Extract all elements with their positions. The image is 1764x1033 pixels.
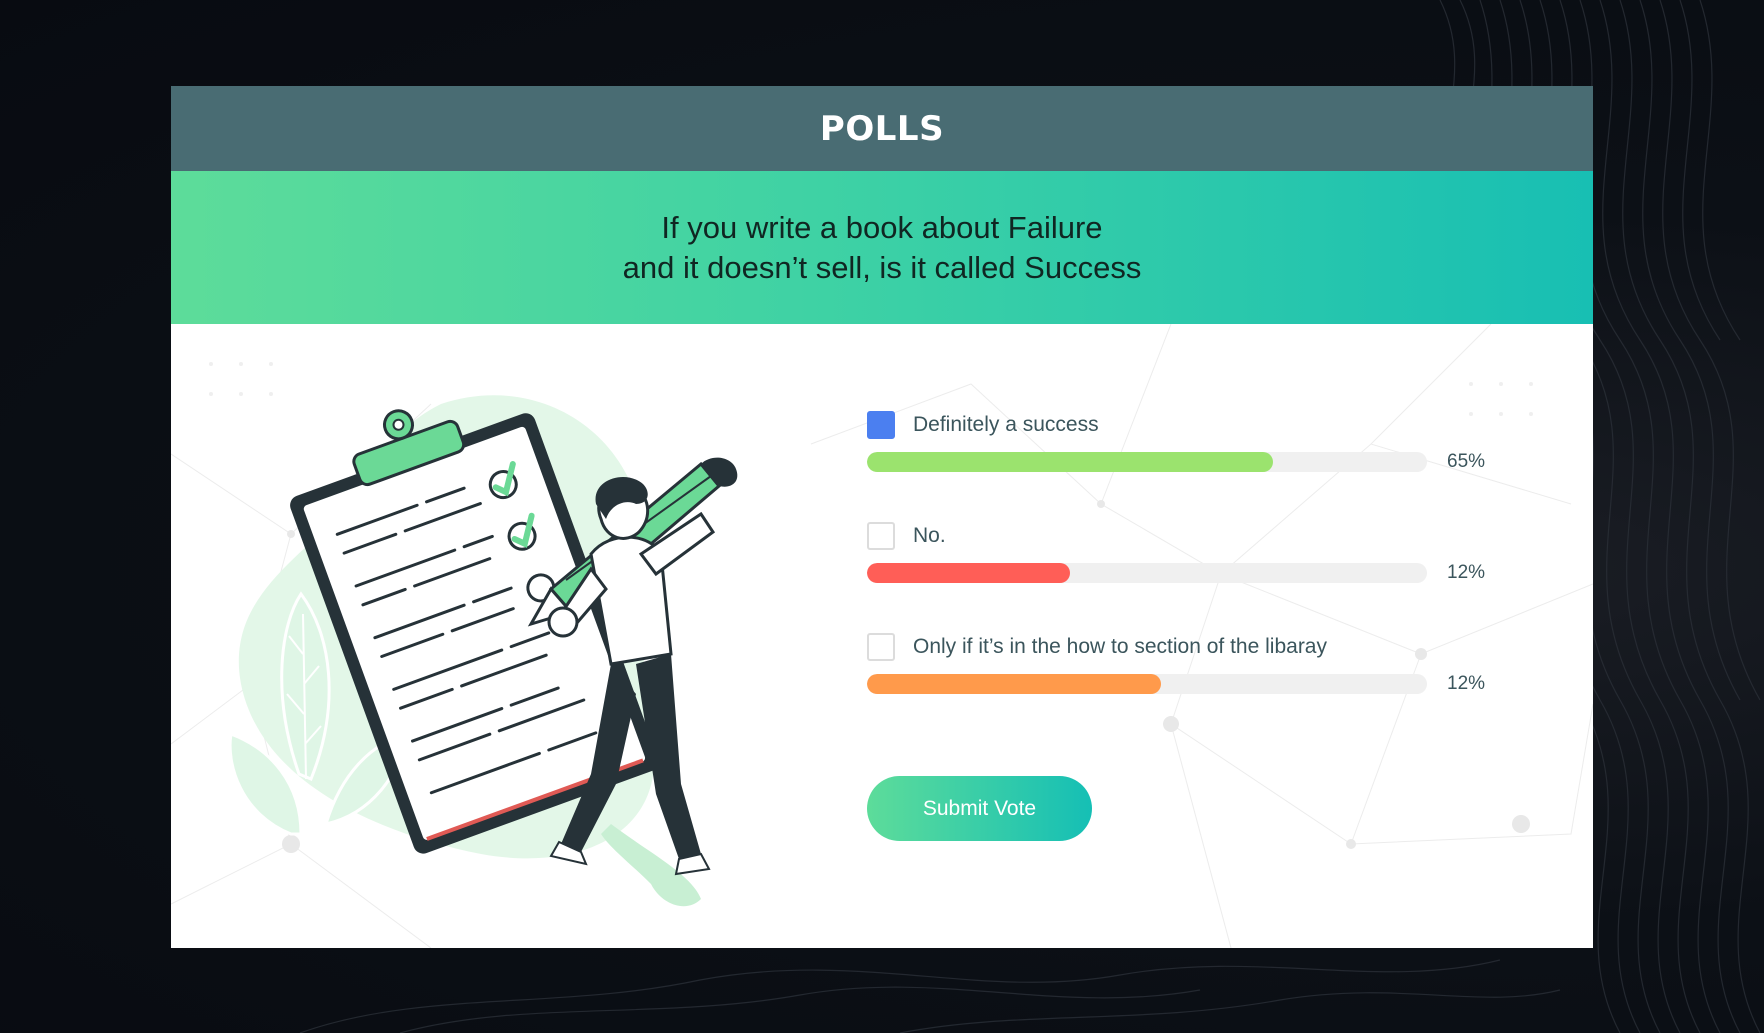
result-bar-fill	[867, 563, 1070, 583]
result-bar-track	[867, 452, 1427, 472]
option-checkbox[interactable]	[867, 633, 895, 661]
poll-option[interactable]: No. 12%	[867, 521, 1507, 632]
result-bar: 12%	[867, 674, 1507, 694]
poll-option[interactable]: Only if it’s in the how to section of th…	[867, 632, 1507, 743]
question-line-1: If you write a book about Failure	[661, 209, 1103, 245]
poll-option[interactable]: Definitely a success 65%	[867, 410, 1507, 521]
poll-card: POLLS If you write a book about Failure …	[171, 86, 1593, 948]
result-percent: 12%	[1447, 673, 1486, 694]
option-label: Definitely a success	[913, 413, 1099, 436]
option-label: No.	[913, 524, 946, 547]
submit-vote-button[interactable]: Submit Vote	[867, 776, 1092, 841]
result-bar-track	[867, 674, 1427, 694]
result-bar-fill	[867, 452, 1273, 472]
question-line-2: and it doesn’t sell, is it called Succes…	[622, 249, 1142, 285]
result-percent: 12%	[1447, 562, 1486, 583]
result-bar-fill	[867, 674, 1161, 694]
clipboard-illustration	[231, 395, 738, 907]
option-checkbox[interactable]	[867, 522, 895, 550]
option-checkbox[interactable]	[867, 411, 895, 439]
result-percent: 65%	[1447, 451, 1486, 472]
page-title: POLLS	[819, 108, 945, 149]
result-bar: 65%	[867, 452, 1507, 472]
option-label: Only if it’s in the how to section of th…	[913, 635, 1327, 658]
result-bar-track	[867, 563, 1427, 583]
poll-header: POLLS	[171, 86, 1593, 171]
poll-options: Definitely a success 65% No. 12% Only if…	[867, 410, 1507, 743]
result-bar: 12%	[867, 563, 1507, 583]
poll-body: Definitely a success 65% No. 12% Only if…	[171, 324, 1593, 948]
question-banner: If you write a book about Failure and it…	[171, 171, 1593, 324]
